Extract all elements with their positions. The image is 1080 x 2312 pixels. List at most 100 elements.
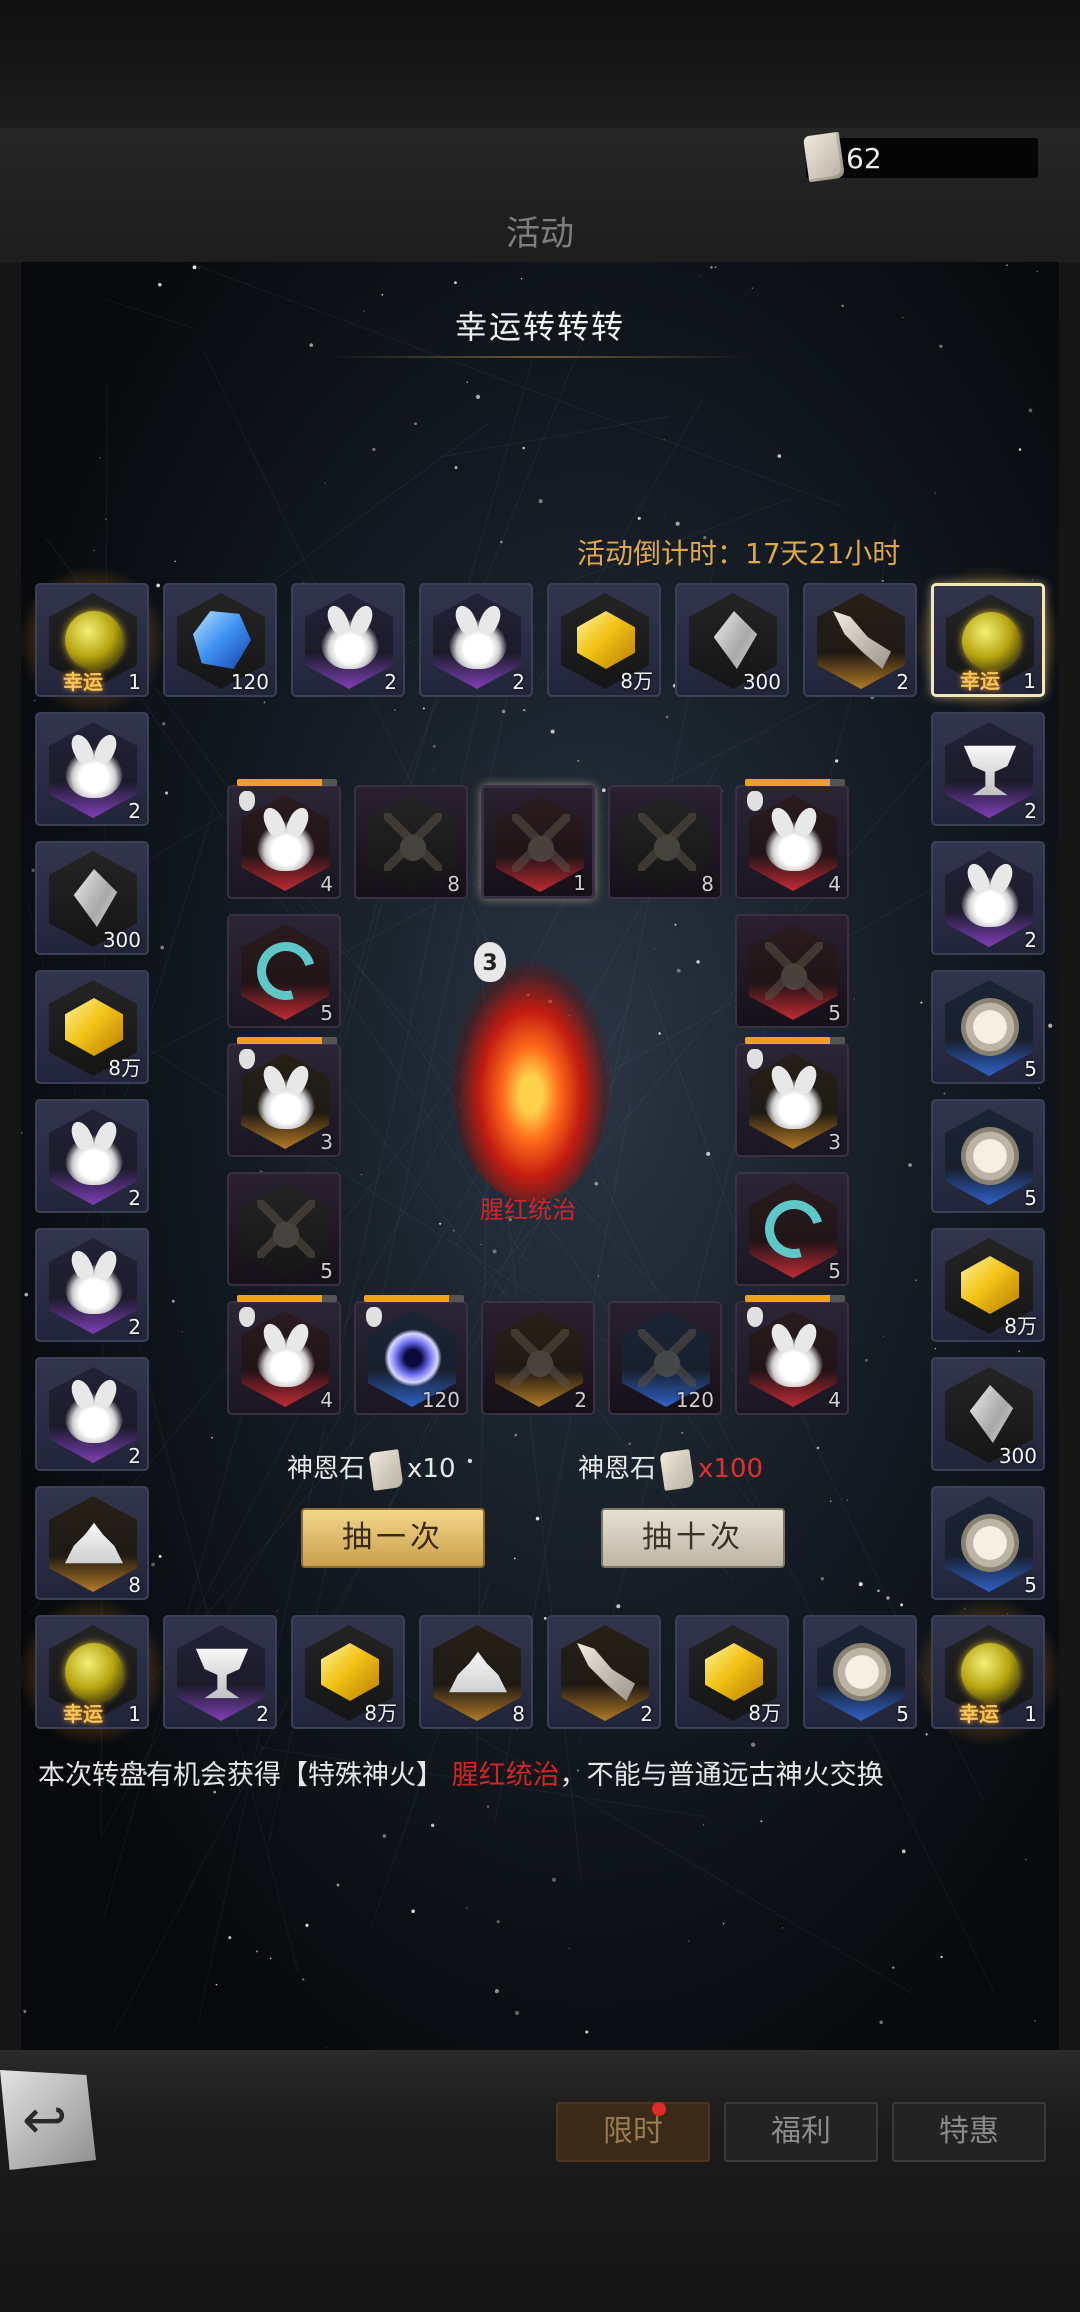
reward-cell[interactable]: 8万	[35, 970, 149, 1084]
tab-limited[interactable]: 限时	[556, 2102, 710, 2162]
progress-bar	[237, 1037, 337, 1044]
item-quantity: 1	[128, 1702, 141, 1726]
potion-icon	[239, 791, 255, 811]
item-quantity: 120	[421, 1388, 460, 1412]
flame-icon	[65, 1127, 123, 1185]
reward-cell[interactable]: 1 幸运	[931, 583, 1045, 697]
inner-reward-cell[interactable]: 5	[735, 914, 849, 1028]
reward-cell[interactable]: 8万	[291, 1615, 405, 1729]
item-quantity: 5	[828, 1001, 841, 1025]
flame-icon	[321, 611, 379, 669]
inner-reward-cell[interactable]: 4	[735, 779, 849, 899]
reward-cell[interactable]: 300	[675, 583, 789, 697]
inner-reward-cell[interactable]: 120	[354, 1295, 468, 1415]
reward-cell[interactable]: 8	[35, 1486, 149, 1600]
item-quantity: 5	[1024, 1057, 1037, 1081]
scroll-icon	[802, 131, 846, 183]
orb-icon	[65, 1643, 123, 1701]
item-quantity: 8万	[364, 1701, 397, 1725]
lucky-label: 幸运	[960, 669, 1000, 693]
reward-cell[interactable]: 2	[931, 712, 1045, 826]
single-draw-cost: 神恩石 x10	[287, 1448, 456, 1491]
reward-cell[interactable]: 5	[803, 1615, 917, 1729]
compass-icon	[833, 1643, 891, 1701]
lock-icon	[512, 814, 570, 872]
draw-ten-button[interactable]: 抽十次	[601, 1508, 785, 1568]
inner-reward-cell[interactable]: 1	[481, 785, 595, 899]
reward-cell[interactable]: 1 幸运	[35, 583, 149, 697]
countdown: 活动倒计时：17天21小时	[577, 532, 900, 572]
reward-cell[interactable]: 120	[163, 583, 277, 697]
inner-reward-cell[interactable]: 2	[481, 1301, 595, 1415]
reward-cell[interactable]: 2	[931, 841, 1045, 955]
flame-icon	[65, 740, 123, 798]
item-quantity: 2	[896, 670, 909, 694]
reward-cell[interactable]: 1 幸运	[35, 1615, 149, 1729]
reward-cell[interactable]: 5	[931, 1099, 1045, 1213]
reward-cell[interactable]: 2	[803, 583, 917, 697]
item-quantity: 5	[1024, 1573, 1037, 1597]
flame-icon	[65, 1385, 123, 1443]
inner-reward-cell[interactable]: 3	[735, 1037, 849, 1157]
item-quantity: 2	[640, 1702, 653, 1726]
inner-reward-cell[interactable]: 5	[227, 914, 341, 1028]
inner-reward-cell[interactable]: 8	[354, 785, 468, 899]
item-quantity: 2	[128, 1186, 141, 1210]
reward-cell[interactable]: 8万	[931, 1228, 1045, 1342]
progress-bar	[745, 779, 845, 786]
bottom-bar	[0, 2050, 1080, 2312]
inner-reward-cell[interactable]: 8	[608, 785, 722, 899]
orb-icon	[961, 1643, 1019, 1701]
cost-label: 神恩石	[287, 1454, 366, 1484]
reward-cell[interactable]: 300	[35, 841, 149, 955]
progress-bar	[237, 779, 337, 786]
reward-cell[interactable]: 8万	[547, 583, 661, 697]
reward-cell[interactable]: 5	[931, 970, 1045, 1084]
reward-cell[interactable]: 2	[35, 1357, 149, 1471]
reward-cell[interactable]: 2	[419, 583, 533, 697]
flame-icon	[765, 813, 823, 871]
tab-special[interactable]: 特惠	[892, 2102, 1046, 2162]
reward-cell[interactable]: 2	[35, 712, 149, 826]
inner-reward-cell[interactable]: 4	[227, 779, 341, 899]
reward-cell[interactable]: 2	[547, 1615, 661, 1729]
flame-icon	[65, 1256, 123, 1314]
reward-cell[interactable]: 8万	[675, 1615, 789, 1729]
reward-cell[interactable]: 1 幸运	[931, 1615, 1045, 1729]
item-quantity: 8万	[748, 1701, 781, 1725]
item-quantity: 5	[828, 1259, 841, 1283]
countdown-value: 17天21小时	[745, 537, 901, 570]
reward-cell[interactable]: 2	[291, 583, 405, 697]
draw-once-button[interactable]: 抽一次	[301, 1508, 485, 1568]
orb-icon	[65, 611, 123, 669]
item-quantity: 8	[512, 1702, 525, 1726]
inner-reward-cell[interactable]: 4	[227, 1295, 341, 1415]
reward-cell[interactable]: 300	[931, 1357, 1045, 1471]
progress-bar	[745, 1295, 845, 1302]
item-quantity: 3	[320, 1130, 333, 1154]
reward-cell[interactable]: 2	[35, 1228, 149, 1342]
cost-label: 神恩石	[578, 1454, 657, 1484]
back-button[interactable]: ↩	[0, 2070, 96, 2170]
item-quantity: 8万	[620, 669, 653, 693]
item-quantity: 1	[573, 871, 586, 895]
inner-reward-cell[interactable]: 3	[227, 1037, 341, 1157]
inner-reward-cell[interactable]: 4	[735, 1295, 849, 1415]
item-quantity: 300	[102, 928, 141, 952]
tab-welfare[interactable]: 福利	[724, 2102, 878, 2162]
scroll-icon	[368, 1448, 404, 1491]
flame-icon	[765, 1329, 823, 1387]
compass-icon	[961, 998, 1019, 1056]
divine-fire-image	[451, 962, 611, 1202]
inner-reward-cell[interactable]: 5	[227, 1172, 341, 1286]
inner-reward-cell[interactable]: 5	[735, 1172, 849, 1286]
item-quantity: 2	[256, 1702, 269, 1726]
reward-cell[interactable]: 8	[419, 1615, 533, 1729]
reward-cell[interactable]: 2	[35, 1099, 149, 1213]
item-quantity: 2	[384, 670, 397, 694]
reward-cell[interactable]: 2	[163, 1615, 277, 1729]
fire-count-badge: 3	[474, 942, 506, 982]
reward-cell[interactable]: 5	[931, 1486, 1045, 1600]
inner-reward-cell[interactable]: 120	[608, 1301, 722, 1415]
cost-amount: x10	[407, 1454, 456, 1484]
